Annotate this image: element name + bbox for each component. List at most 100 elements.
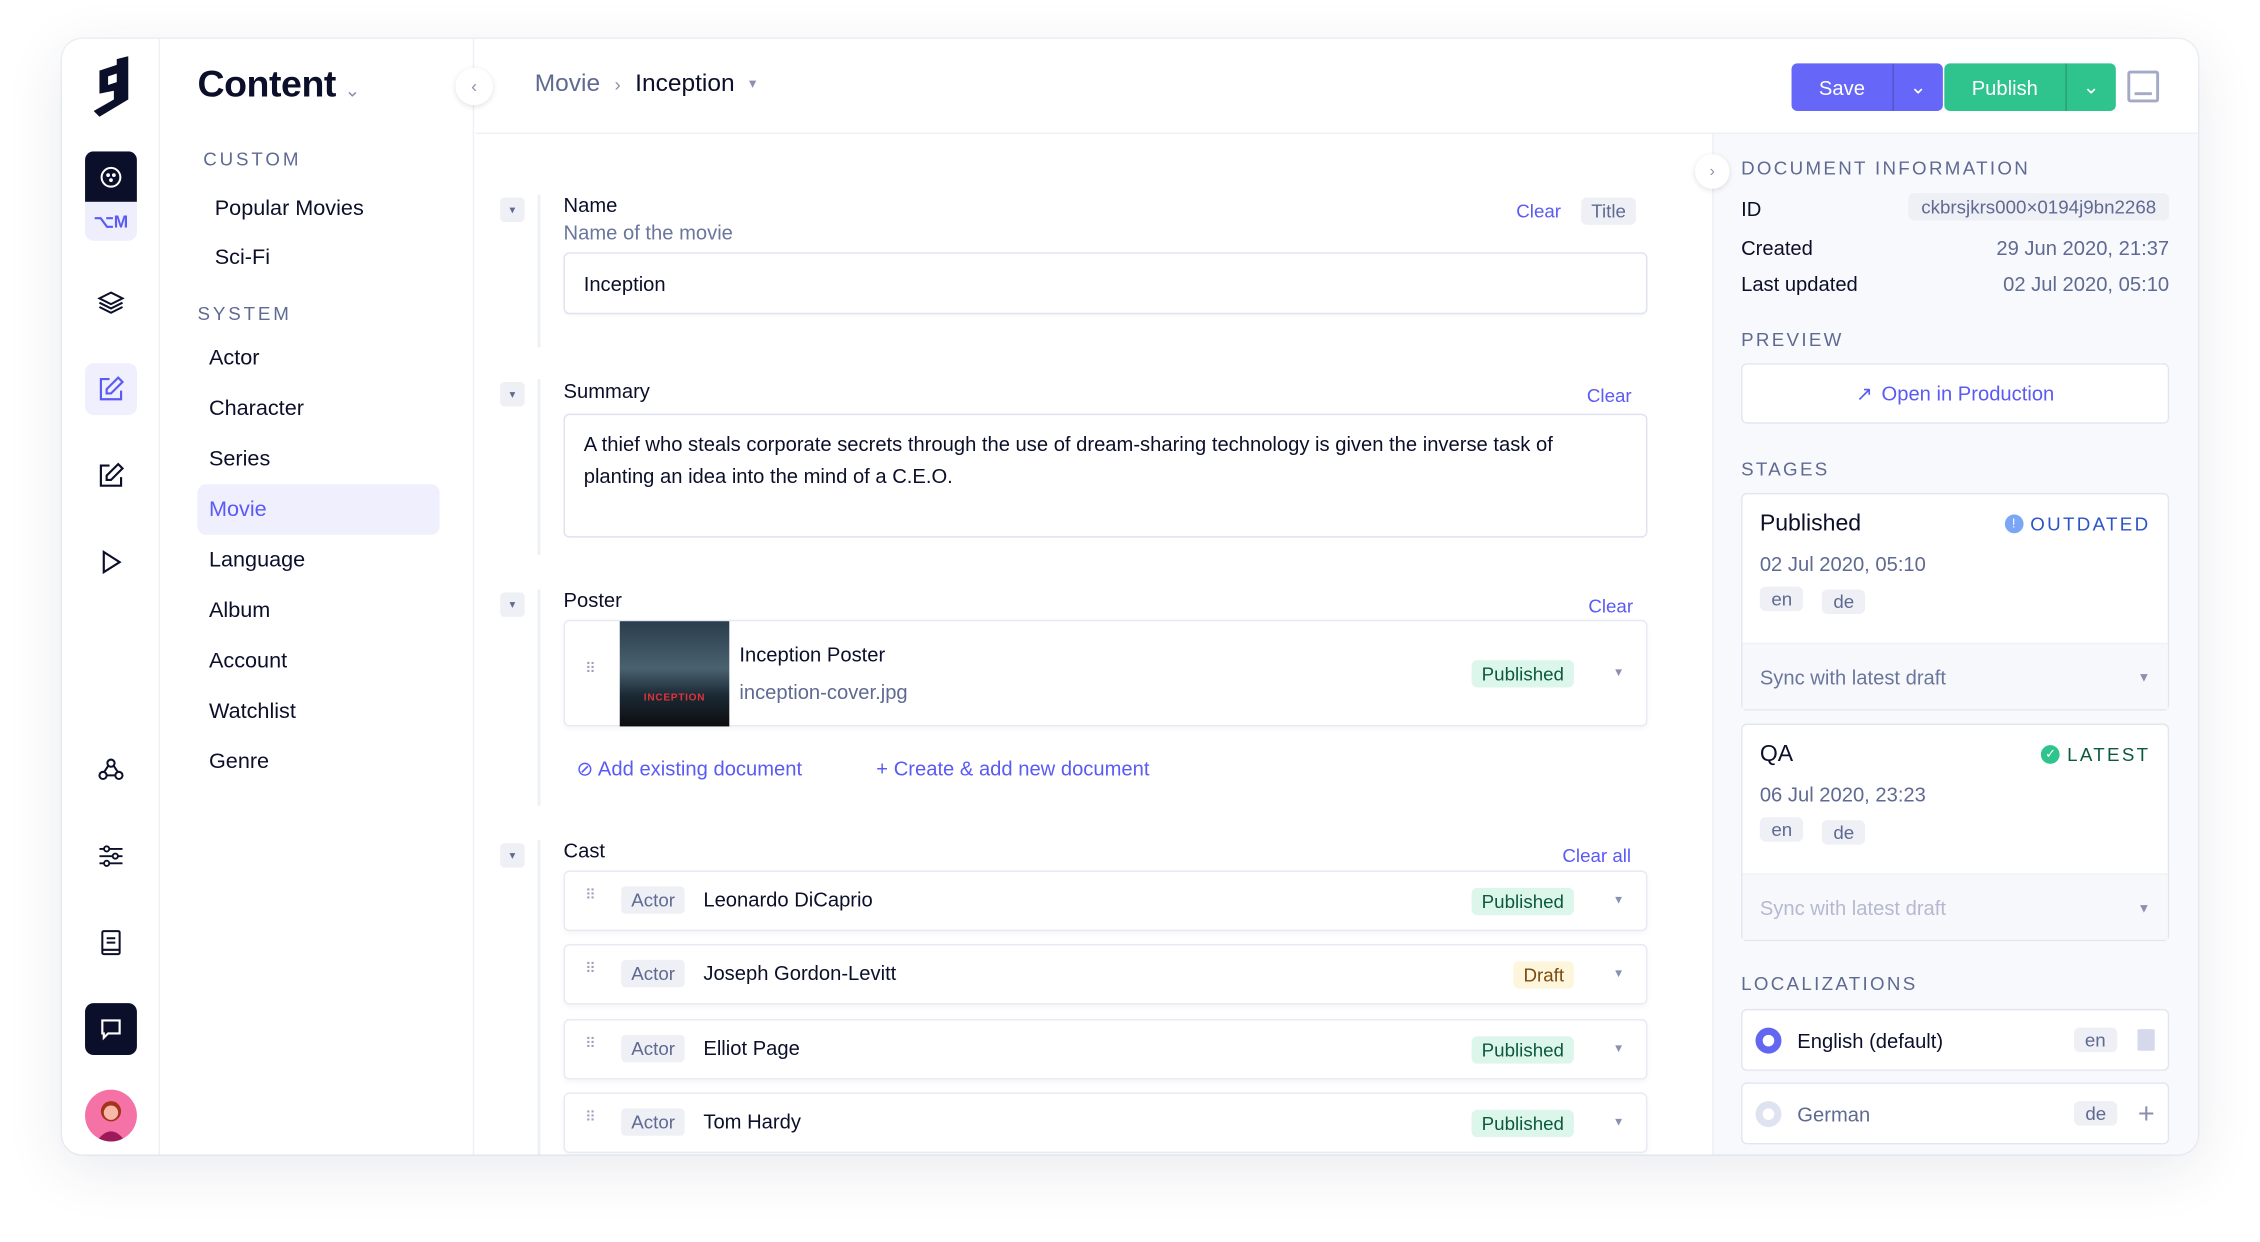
collapse-field-summary[interactable]: ▾	[500, 381, 525, 407]
cast-name: Leonardo DiCaprio	[703, 887, 873, 911]
collapse-field-cast[interactable]: ▾	[500, 843, 525, 868]
publish-options-button[interactable]: ⌄	[2065, 63, 2115, 111]
toggle-panel-button[interactable]	[2127, 70, 2160, 103]
created-label: Created	[1741, 236, 1813, 260]
chevron-right-icon: ›	[1709, 162, 1715, 181]
nav-item-series[interactable]: Series	[197, 434, 439, 484]
rail-chat-button[interactable]	[85, 1003, 137, 1056]
rail-webhooks-button[interactable]	[85, 744, 137, 796]
drag-handle-icon[interactable]: ⠿	[585, 889, 597, 909]
docs-book-icon	[101, 930, 121, 956]
content-nav: Content ⌄ CUSTOM Popular Movies Sci-Fi SY…	[160, 38, 475, 1155]
caret-down-icon[interactable]: ▼	[1613, 1116, 1624, 1129]
updated-row: Last updated 02 Jul 2020, 05:10	[1741, 272, 2169, 295]
open-in-production-label: Open in Production	[1881, 381, 2055, 406]
save-options-button[interactable]: ⌄	[1892, 63, 1942, 111]
caret-down-icon[interactable]: ▼	[1613, 1042, 1624, 1055]
nav-item-popular-movies[interactable]: Popular Movies	[203, 183, 445, 233]
collapse-field-poster[interactable]: ▾	[500, 592, 525, 617]
nav-item-watchlist[interactable]: Watchlist	[197, 686, 439, 736]
rail-content-button[interactable]	[85, 363, 137, 416]
locale-chip: de	[1821, 820, 1866, 845]
logo-icon[interactable]	[91, 56, 131, 119]
stage-card-published: Published ! OUTDATED 02 Jul 2020, 05:10 e…	[1741, 492, 2170, 711]
layers-icon	[97, 291, 125, 314]
collapse-field-name[interactable]: ▾	[500, 197, 525, 222]
cast-type-tag: Actor	[621, 959, 686, 988]
nav-item-character[interactable]: Character	[197, 383, 439, 433]
stage-card-qa: QA ✓ LATEST 06 Jul 2020, 23:23 en de Sync…	[1741, 723, 2170, 942]
collapse-nav-button[interactable]: ‹	[455, 67, 493, 106]
name-clear-button[interactable]: Clear	[1516, 200, 1561, 222]
localizations-header: LOCALIZATIONS	[1741, 972, 1918, 995]
cast-name: Joseph Gordon-Levitt	[703, 961, 897, 985]
asset-filename: inception-cover.jpg	[739, 680, 908, 704]
caret-down-icon: ▼	[2137, 900, 2151, 915]
caret-down-icon[interactable]: ▼	[1613, 666, 1624, 679]
nav-item-account[interactable]: Account	[197, 636, 439, 686]
nav-item-album[interactable]: Album	[197, 585, 439, 635]
user-avatar[interactable]	[85, 1089, 137, 1142]
status-badge: Published	[1471, 660, 1575, 688]
poster-clear-button[interactable]: Clear	[1588, 595, 1633, 617]
nav-item-movie[interactable]: Movie	[197, 484, 440, 535]
stage-date: 06 Jul 2020, 23:23	[1759, 782, 1926, 806]
asset-title: Inception Poster	[739, 642, 886, 666]
summary-textarea[interactable]: A thief who steals corporate secrets thr…	[563, 413, 1648, 538]
stage-status-label: LATEST	[2067, 743, 2151, 766]
cast-row[interactable]: ⠿ Actor Joseph Gordon-Levitt Draft ▼	[563, 944, 1648, 1005]
nav-item-language[interactable]: Language	[197, 535, 439, 585]
sync-dropdown[interactable]: Sync with latest draft ▼	[1742, 642, 2168, 710]
open-in-production-button[interactable]: ↗ Open in Production	[1741, 363, 2170, 424]
add-existing-label: Add existing document	[597, 756, 803, 780]
summary-clear-button[interactable]: Clear	[1587, 385, 1632, 407]
add-existing-document-button[interactable]: ⊘ Add existing document	[577, 757, 803, 782]
visibility-eye-icon[interactable]	[1755, 1100, 1782, 1127]
visibility-eye-icon[interactable]	[1755, 1026, 1782, 1053]
nav-item-actor[interactable]: Actor	[197, 333, 439, 383]
cast-clear-all-button[interactable]: Clear all	[1562, 845, 1631, 867]
sync-dropdown[interactable]: Sync with latest draft ▼	[1742, 873, 2168, 940]
rail-settings-button[interactable]	[85, 830, 137, 882]
rail-assets-button[interactable]	[85, 450, 137, 502]
nav-item-genre[interactable]: Genre	[197, 737, 439, 787]
drag-handle-icon[interactable]: ⠿	[585, 962, 597, 983]
collapse-sidebar-button[interactable]: ›	[1694, 154, 1730, 189]
drag-handle-icon[interactable]: ⠿	[585, 662, 597, 683]
stages-header: STAGES	[1741, 458, 1830, 480]
stage-status-label: OUTDATED	[2030, 513, 2151, 535]
id-value[interactable]: ckbrsjkrs000×0194j9bn2268	[1908, 193, 2170, 221]
field-divider	[537, 589, 541, 806]
poster-thumbnail: INCEPTION	[619, 621, 730, 727]
name-input[interactable]: Inception	[563, 252, 1648, 315]
nav-item-sci-fi[interactable]: Sci-Fi	[203, 232, 445, 282]
create-new-document-button[interactable]: + Create & add new document	[876, 757, 1149, 780]
rail-playground-button[interactable]	[85, 536, 137, 588]
publish-button[interactable]: Publish	[1944, 63, 2065, 111]
sync-label: Sync with latest draft	[1759, 895, 1947, 919]
chevron-down-icon: ⌄	[1909, 74, 1927, 99]
plus-icon[interactable]: +	[2138, 1099, 2155, 1128]
status-badge: Draft	[1513, 961, 1575, 989]
cast-type-tag: Actor	[621, 886, 686, 914]
edit-icon	[99, 462, 125, 487]
rail-docs-button[interactable]	[85, 917, 137, 969]
project-badge: ⌥M	[93, 211, 129, 232]
caret-down-icon[interactable]: ▼	[1613, 967, 1624, 980]
localization-row-de[interactable]: German de +	[1741, 1082, 2170, 1145]
poster-asset-card[interactable]: ⠿ INCEPTION Inception Poster inception-c…	[563, 619, 1648, 727]
cast-row[interactable]: ⠿ Actor Leonardo DiCaprio Published ▼	[563, 870, 1648, 932]
drag-handle-icon[interactable]: ⠿	[585, 1111, 597, 1131]
section-title[interactable]: Content ⌄	[197, 62, 360, 107]
localization-row-en[interactable]: English (default) en	[1741, 1008, 2170, 1071]
project-switcher[interactable]: ⌥M	[85, 151, 137, 241]
save-button[interactable]: Save	[1792, 63, 1893, 111]
summary-label: Summary	[563, 379, 650, 403]
caret-down-icon[interactable]: ▼	[1613, 894, 1624, 907]
cast-row[interactable]: ⠿ Actor Elliot Page Published ▼	[563, 1018, 1648, 1080]
chevron-left-icon: ‹	[471, 76, 478, 97]
rail-schema-button[interactable]	[85, 277, 137, 329]
cast-row[interactable]: ⠿ Actor Tom Hardy Published ▼	[563, 1092, 1648, 1154]
drag-handle-icon[interactable]: ⠿	[585, 1037, 597, 1058]
trash-icon[interactable]	[2137, 1029, 2155, 1051]
